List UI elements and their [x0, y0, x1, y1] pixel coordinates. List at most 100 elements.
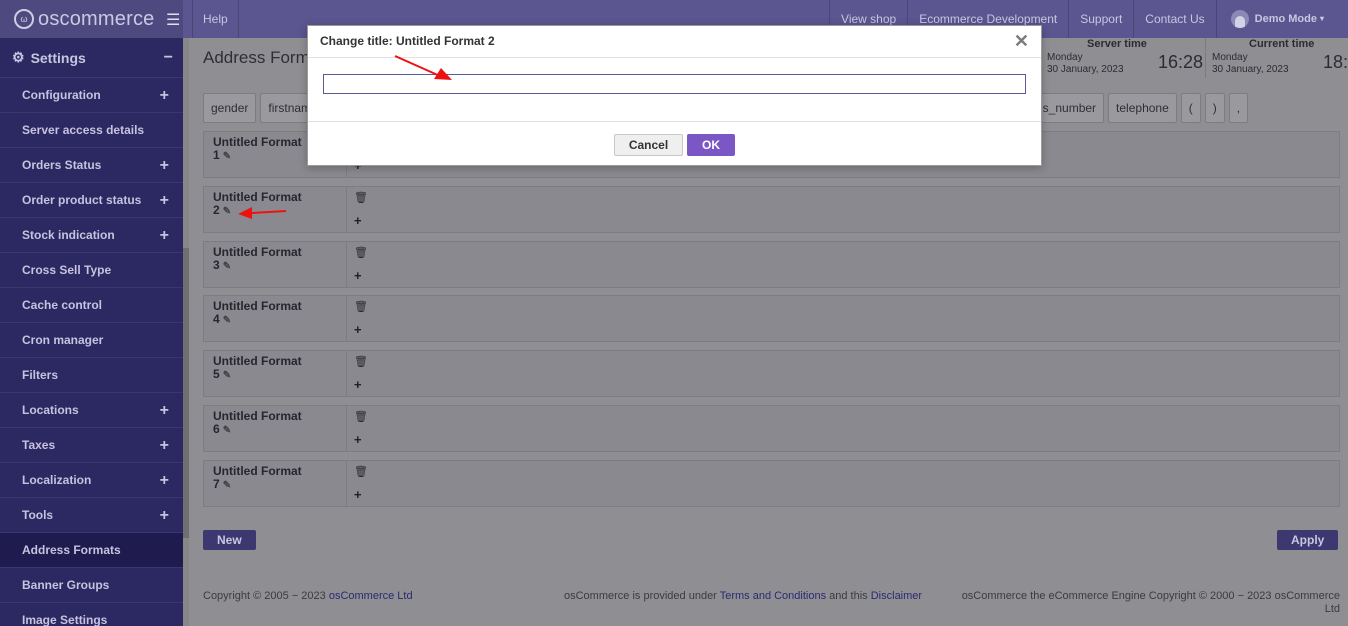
server-time-clock: 16:28	[1158, 52, 1204, 72]
trash-icon[interactable]: 🗑	[354, 410, 368, 423]
sidebar-item-label: Image Settings	[22, 613, 108, 626]
chip-gender[interactable]: gender	[203, 93, 257, 123]
format-title: Untitled Format 6 ✎	[204, 406, 347, 451]
expand-icon[interactable]: +	[160, 148, 169, 183]
add-line-icon[interactable]: +	[354, 377, 362, 392]
sidebar-item-image-settings[interactable]: Image Settings	[0, 603, 183, 626]
close-icon[interactable]: ✕	[1014, 32, 1029, 50]
sidebar-item-label: Address Formats	[22, 543, 121, 557]
current-time-date: Monday 30 January, 2023	[1212, 52, 1289, 75]
trash-icon[interactable]: 🗑	[354, 465, 368, 478]
sidebar-item-taxes[interactable]: Taxes +	[0, 428, 183, 463]
expand-icon[interactable]: +	[160, 428, 169, 463]
expand-icon[interactable]: +	[160, 183, 169, 218]
pencil-icon[interactable]: ✎	[223, 369, 231, 382]
contact-us-link[interactable]: Contact Us	[1133, 0, 1215, 38]
cancel-button[interactable]: Cancel	[614, 134, 683, 156]
sidebar-item-label: Cross Sell Type	[22, 263, 112, 277]
chip-open-paren[interactable]: (	[1180, 93, 1201, 123]
expand-icon[interactable]: +	[160, 498, 169, 533]
add-line-icon[interactable]: +	[354, 432, 362, 447]
sidebar-item-label: Orders Status	[22, 158, 102, 172]
server-time-date: Monday 30 January, 2023	[1047, 52, 1124, 75]
help-link[interactable]: Help	[192, 0, 239, 38]
sidebar-header[interactable]: ⚙ Settings −	[0, 38, 183, 78]
chevron-down-icon: ▾	[1319, 14, 1324, 23]
format-title: Untitled Format 3 ✎	[204, 241, 347, 287]
sidebar-item-configuration[interactable]: Configuration +	[0, 78, 183, 113]
sidebar-item-localization[interactable]: Localization +	[0, 463, 183, 498]
sidebar-item-cron-manager[interactable]: Cron manager	[0, 323, 183, 358]
menu-toggle-icon[interactable]: ☰	[166, 10, 180, 30]
address-format-row: Untitled Format 5 ✎ 🗑 +	[203, 350, 1340, 398]
sidebar-item-label: Cache control	[22, 298, 103, 312]
sidebar-item-order-product-status[interactable]: Order product status +	[0, 183, 183, 218]
chip-telephone[interactable]: telephone	[1108, 93, 1177, 123]
expand-icon[interactable]: +	[160, 78, 169, 113]
trash-icon[interactable]: 🗑	[354, 355, 368, 368]
logo[interactable]: ω oscommerce	[0, 0, 183, 38]
add-line-icon[interactable]: +	[354, 268, 362, 283]
sidebar: ⚙ Settings − Configuration + Server access…	[0, 38, 183, 626]
sidebar-item-stock-indication[interactable]: Stock indication +	[0, 218, 183, 253]
sidebar-item-filters[interactable]: Filters	[0, 358, 183, 393]
dialog-footer: Cancel OK	[308, 121, 1041, 166]
pencil-icon[interactable]: ✎	[223, 260, 231, 273]
page-title: Address Form	[203, 48, 310, 67]
collapse-icon[interactable]: −	[164, 49, 173, 67]
sidebar-item-label: Cron manager	[22, 333, 104, 347]
address-format-row: Untitled Format 3 ✎ 🗑 +	[203, 240, 1340, 288]
support-link[interactable]: Support	[1068, 0, 1133, 38]
terms-link[interactable]: Terms and Conditions	[720, 590, 826, 602]
add-line-icon[interactable]: +	[354, 213, 362, 228]
footer-terms: osCommerce is provided under Terms and C…	[564, 590, 923, 602]
sidebar-item-locations[interactable]: Locations +	[0, 393, 183, 428]
oscommerce-ltd-link[interactable]: osCommerce Ltd	[329, 590, 413, 602]
expand-icon[interactable]: +	[160, 393, 169, 428]
sidebar-item-server-access-details[interactable]: Server access details	[0, 113, 183, 148]
sidebar-item-label: Server access details	[22, 123, 145, 137]
chip-close-paren[interactable]: )	[1204, 93, 1225, 123]
format-title: Untitled Format 5 ✎	[204, 351, 347, 397]
dialog-title: Change title: Untitled Format 2	[308, 26, 1041, 58]
sidebar-item-label: Tools	[22, 508, 54, 522]
address-format-row: Untitled Format 7 ✎ 🗑 +	[203, 459, 1340, 507]
pencil-icon[interactable]: ✎	[223, 424, 231, 437]
format-title: Untitled Format 7 ✎	[204, 460, 347, 506]
sidebar-item-cache-control[interactable]: Cache control	[0, 288, 183, 323]
address-format-row: Untitled Format 4 ✎ 🗑 +	[203, 295, 1340, 343]
trash-icon[interactable]: 🗑	[354, 246, 368, 259]
footer-copyright: Copyright © 2005 − 2023 osCommerce Ltd	[203, 590, 413, 602]
sidebar-item-label: Stock indication	[22, 228, 115, 242]
title-input[interactable]	[323, 74, 1026, 94]
field-chips-left: gender firstnam	[203, 93, 323, 123]
ok-button[interactable]: OK	[687, 134, 735, 156]
expand-icon[interactable]: +	[160, 463, 169, 498]
sidebar-item-label: Taxes	[22, 438, 56, 452]
sidebar-item-orders-status[interactable]: Orders Status +	[0, 148, 183, 183]
sidebar-item-tools[interactable]: Tools +	[0, 498, 183, 533]
pencil-icon[interactable]: ✎	[223, 150, 231, 163]
new-button[interactable]: New	[203, 530, 256, 550]
sidebar-item-label: Locations	[22, 403, 79, 417]
chip-comma[interactable]: ,	[1228, 93, 1249, 123]
trash-icon[interactable]: 🗑	[354, 300, 368, 313]
sidebar-item-label: Filters	[22, 368, 59, 382]
add-line-icon[interactable]: +	[354, 322, 362, 337]
trash-icon[interactable]: 🗑	[354, 191, 368, 204]
footer-engine: osCommerce the eCommerce Engine Copyrigh…	[961, 590, 1340, 615]
sidebar-item-cross-sell-type[interactable]: Cross Sell Type	[0, 253, 183, 288]
sidebar-item-banner-groups[interactable]: Banner Groups	[0, 568, 183, 603]
pencil-icon[interactable]: ✎	[223, 205, 231, 218]
pencil-icon[interactable]: ✎	[223, 479, 231, 492]
user-menu[interactable]: Demo Mode ▾	[1215, 0, 1348, 38]
sidebar-item-label: Configuration	[22, 88, 101, 102]
sidebar-item-address-formats[interactable]: Address Formats	[0, 533, 183, 568]
user-name: Demo Mode	[1254, 13, 1317, 25]
pencil-icon[interactable]: ✎	[223, 314, 231, 327]
sidebar-item-label: Order product status	[22, 193, 142, 207]
add-line-icon[interactable]: +	[354, 487, 362, 502]
disclaimer-link[interactable]: Disclaimer	[871, 590, 922, 602]
apply-button[interactable]: Apply	[1277, 530, 1339, 550]
expand-icon[interactable]: +	[160, 218, 169, 253]
